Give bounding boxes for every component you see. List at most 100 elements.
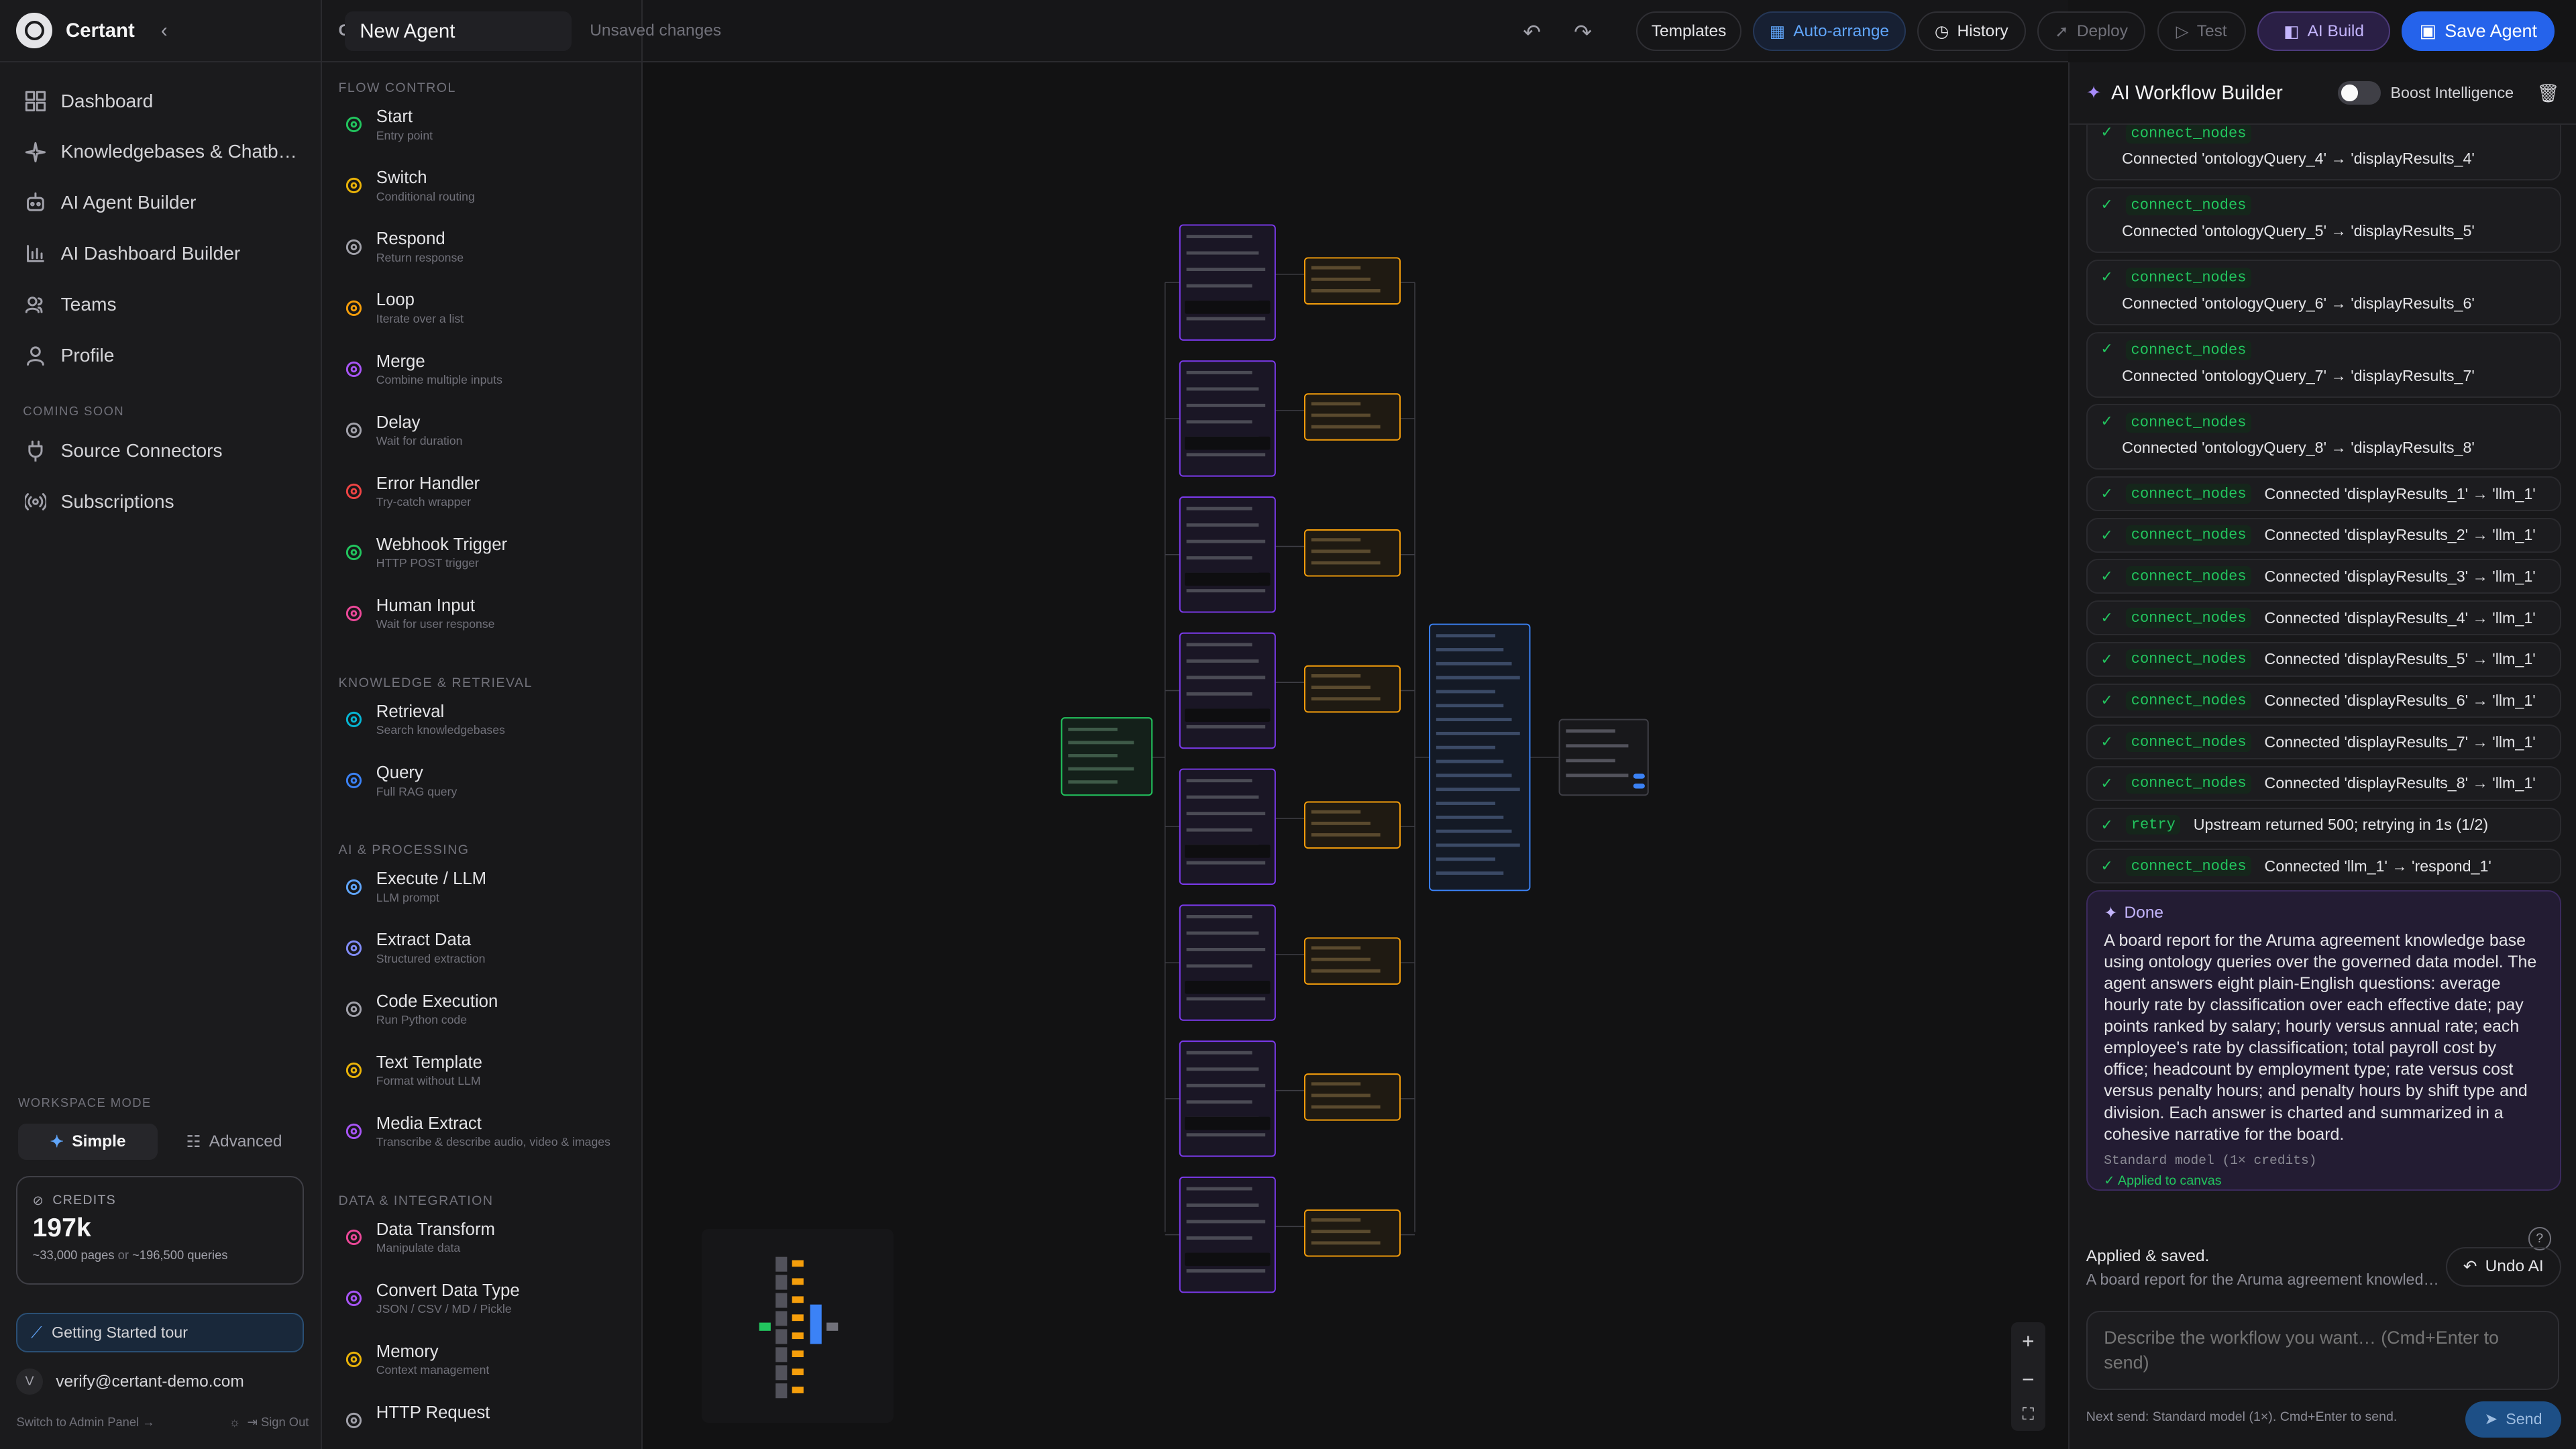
nav-item[interactable]: AI Dashboard Builder bbox=[0, 228, 321, 279]
chevron-left-icon[interactable]: ‹ bbox=[161, 19, 168, 42]
tool-log-entry: ✓ connect_nodes Connected 'displayResults_… bbox=[2086, 724, 2561, 760]
component-item[interactable]: Data Transform Manipulate data bbox=[322, 1220, 641, 1281]
component-item[interactable]: Respond Return response bbox=[322, 229, 641, 290]
component-item[interactable]: Webhook Trigger HTTP POST trigger bbox=[322, 535, 641, 596]
sign-out-link[interactable]: Sign Out bbox=[261, 1415, 309, 1429]
undo-ai-button[interactable]: ↶ Undo AI bbox=[2446, 1246, 2561, 1287]
node-line bbox=[1186, 915, 1252, 918]
ontology-query-node[interactable] bbox=[1179, 496, 1276, 613]
node-line bbox=[1186, 812, 1265, 816]
component-item[interactable]: Memory Context management bbox=[322, 1342, 641, 1403]
deploy-button[interactable]: ➚ Deploy bbox=[2037, 11, 2146, 51]
mode-advanced-label: Advanced bbox=[209, 1132, 282, 1151]
tool-name: connect_nodes bbox=[2126, 195, 2251, 216]
category-label: AI & PROCESSING bbox=[338, 843, 470, 858]
zoom-in-icon[interactable]: + bbox=[2022, 1329, 2035, 1354]
save-agent-button[interactable]: ▣ Save Agent bbox=[2402, 11, 2555, 51]
nav-item[interactable]: Teams bbox=[0, 279, 321, 330]
nav-item[interactable]: Knowledgebases & Chatb… bbox=[0, 127, 321, 178]
fit-view-icon[interactable]: ⛶ bbox=[2023, 1405, 2034, 1424]
tool-log-text: Connected 'ontologyQuery_5' → 'displayRe… bbox=[2122, 222, 2475, 240]
check-icon: ✓ bbox=[2100, 609, 2113, 627]
component-item[interactable]: Delay Wait for duration bbox=[322, 413, 641, 474]
component-icon bbox=[346, 117, 362, 133]
component-item[interactable]: Code Execution Run Python code bbox=[322, 992, 641, 1053]
ontology-query-node[interactable] bbox=[1179, 1176, 1276, 1293]
user-account[interactable]: Vverify@certant-demo.com bbox=[16, 1368, 244, 1395]
component-item[interactable]: HTTP Request bbox=[322, 1403, 641, 1449]
component-item[interactable]: Execute / LLM LLM prompt bbox=[322, 869, 641, 930]
component-item[interactable]: Merge Combine multiple inputs bbox=[322, 352, 641, 413]
ai-build-button[interactable]: ◧ AI Build bbox=[2257, 11, 2391, 51]
ontology-query-node[interactable] bbox=[1179, 768, 1276, 885]
component-icon bbox=[346, 422, 362, 438]
component-item[interactable]: Human Input Wait for user response bbox=[322, 596, 641, 657]
minimap-display-node bbox=[792, 1368, 804, 1375]
mode-simple-button[interactable]: ✦ Simple bbox=[17, 1124, 158, 1160]
node-line bbox=[1186, 539, 1265, 543]
sun-icon[interactable]: ☼ bbox=[229, 1415, 240, 1429]
node-line bbox=[1186, 420, 1252, 424]
ontology-query-node[interactable] bbox=[1179, 360, 1276, 477]
send-button[interactable]: ➤ Send bbox=[2465, 1401, 2561, 1438]
nav-item[interactable]: Dashboard bbox=[0, 76, 321, 127]
tool-name: retry bbox=[2126, 814, 2181, 835]
auto-arrange-button[interactable]: ▦ Auto-arrange bbox=[1753, 11, 1906, 51]
component-item[interactable]: Query Full RAG query bbox=[322, 763, 641, 824]
display-results-node[interactable] bbox=[1303, 1209, 1401, 1257]
component-item[interactable]: Retrieval Search knowledgebases bbox=[322, 702, 641, 763]
component-item[interactable]: Switch Conditional routing bbox=[322, 168, 641, 229]
ontology-query-node[interactable] bbox=[1179, 224, 1276, 341]
ontology-query-node[interactable] bbox=[1179, 904, 1276, 1021]
component-icon bbox=[346, 1230, 362, 1246]
undo-icon[interactable]: ↶ bbox=[1523, 19, 1541, 45]
check-icon: ✓ bbox=[2100, 125, 2113, 141]
component-icon bbox=[346, 300, 362, 316]
minimap[interactable] bbox=[701, 1228, 894, 1423]
minimap-query-node bbox=[775, 1347, 788, 1362]
node-line bbox=[1186, 931, 1258, 935]
minimap-display-node bbox=[792, 1332, 804, 1339]
coming-soon-item[interactable]: Source Connectors bbox=[0, 425, 321, 476]
templates-button[interactable]: Templates bbox=[1636, 11, 1741, 51]
done-message: ✦ Done A board report for the Aruma agree… bbox=[2086, 890, 2561, 1191]
send-label: Send bbox=[2506, 1410, 2542, 1428]
boost-toggle[interactable] bbox=[2338, 81, 2381, 105]
component-item[interactable]: Text Template Format without LLM bbox=[322, 1053, 641, 1114]
component-title: Memory bbox=[376, 1342, 439, 1362]
mode-advanced-button[interactable]: ☷ Advanced bbox=[164, 1124, 304, 1160]
zoom-out-icon[interactable]: − bbox=[2022, 1367, 2035, 1392]
nav-item[interactable]: Profile bbox=[0, 330, 321, 381]
switch-admin-link[interactable]: Switch to Admin Panel → bbox=[16, 1415, 154, 1430]
check-icon: ✓ bbox=[2100, 413, 2113, 430]
coming-soon-item[interactable]: Subscriptions bbox=[0, 476, 321, 527]
agent-name-input[interactable]: New Agent bbox=[345, 11, 572, 51]
nav-item[interactable]: AI Agent Builder bbox=[0, 177, 321, 228]
templates-label: Templates bbox=[1651, 21, 1727, 40]
ontology-query-node[interactable] bbox=[1179, 632, 1276, 749]
sparkle-icon: ✦ bbox=[50, 1133, 64, 1152]
message-list[interactable]: ✓ connect_nodes Connected 'ontologyQuery_… bbox=[2070, 125, 2576, 1275]
component-item[interactable]: Extract Data Structured extraction bbox=[322, 930, 641, 991]
component-icon bbox=[346, 712, 362, 728]
tool-log-entry: ✓ connect_nodes Connected 'displayResults_… bbox=[2086, 517, 2561, 553]
component-title: Switch bbox=[376, 168, 427, 188]
trash-icon[interactable]: 🗑 bbox=[2536, 83, 2559, 104]
category-label: KNOWLEDGE & RETRIEVAL bbox=[338, 675, 533, 690]
component-item[interactable]: Loop Iterate over a list bbox=[322, 290, 641, 352]
workflow-prompt-input[interactable] bbox=[2086, 1311, 2560, 1390]
component-item[interactable]: Start Entry point bbox=[322, 107, 641, 168]
history-button[interactable]: ◷ History bbox=[1917, 11, 2026, 51]
component-item[interactable]: Error Handler Try-catch wrapper bbox=[322, 474, 641, 535]
ontology-query-node[interactable] bbox=[1179, 1040, 1276, 1157]
node-line bbox=[1436, 704, 1503, 708]
getting-started-tour-button[interactable]: ⟋ Getting Started tour bbox=[16, 1312, 305, 1352]
respond-toggle[interactable] bbox=[1633, 773, 1645, 779]
respond-toggle[interactable] bbox=[1633, 784, 1645, 789]
ai-workflow-builder-panel: ✦ AI Workflow Builder Boost Intelligence… bbox=[2068, 62, 2576, 1449]
component-item[interactable]: Convert Data Type JSON / CSV / MD / Pickl… bbox=[322, 1281, 641, 1342]
bar-chart-icon bbox=[26, 245, 44, 263]
redo-icon[interactable]: ↷ bbox=[1574, 19, 1592, 45]
component-item[interactable]: Media Extract Transcribe & describe audio… bbox=[322, 1114, 641, 1175]
test-button[interactable]: ▷ Test bbox=[2157, 11, 2246, 51]
